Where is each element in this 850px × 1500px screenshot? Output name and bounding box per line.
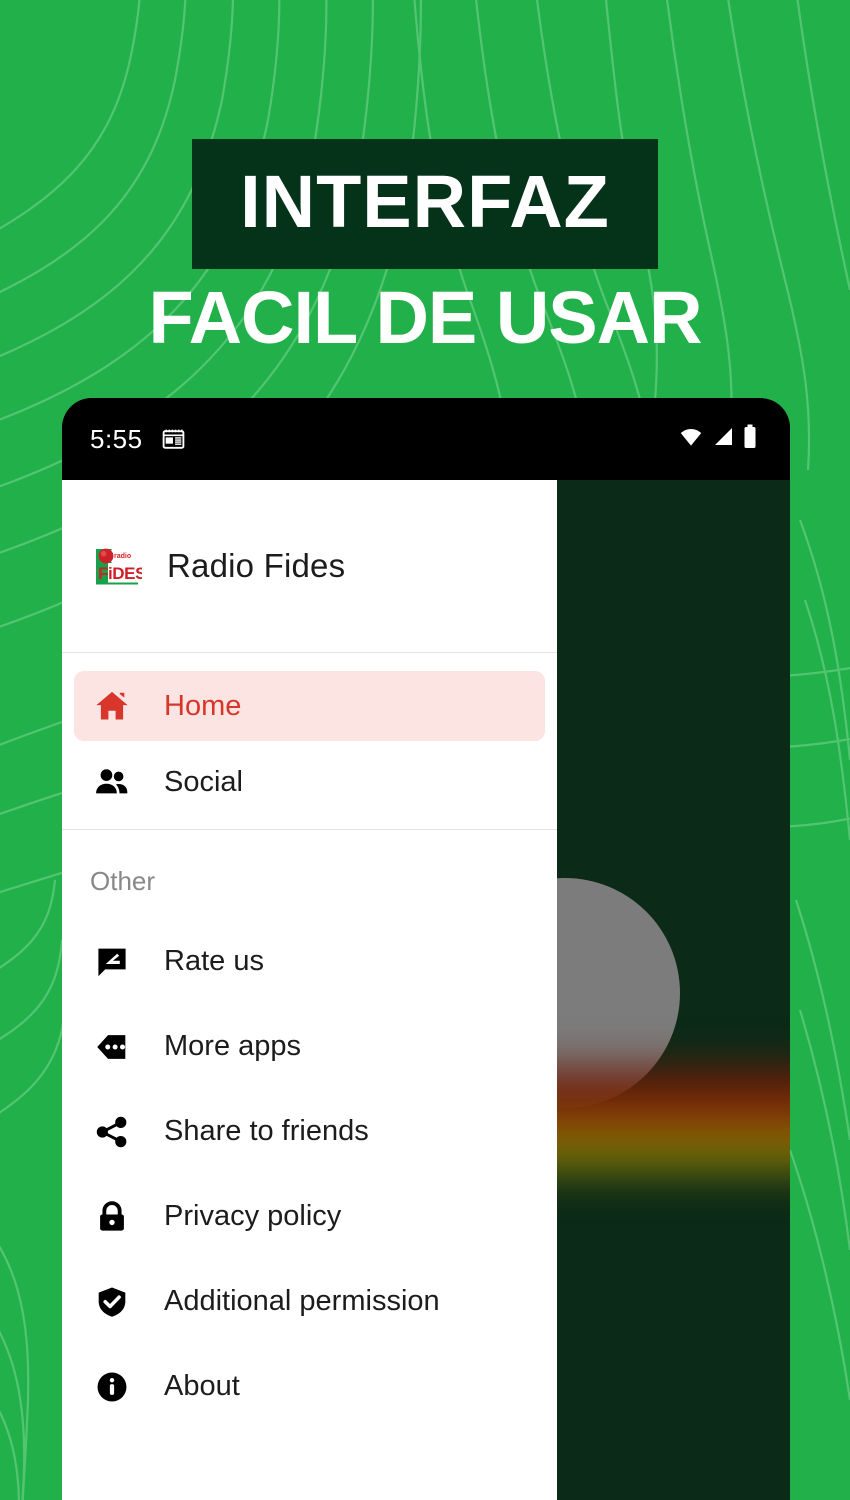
svg-text:radio: radio: [114, 553, 131, 560]
drawer-nav-list: Home Social: [62, 653, 557, 817]
promo-headline-line2: FACIL DE USAR: [148, 276, 702, 359]
other-item-label: Privacy policy: [164, 1200, 342, 1232]
lock-icon: [90, 1200, 134, 1234]
other-item-more-apps[interactable]: More apps: [62, 1004, 557, 1089]
other-item-label: Rate us: [164, 945, 264, 977]
nav-item-social[interactable]: Social: [74, 747, 545, 817]
cellular-signal-icon: [711, 425, 735, 454]
app-title: Radio Fides: [167, 547, 346, 584]
other-item-label: Share to friends: [164, 1115, 369, 1147]
battery-full-icon: [742, 424, 758, 455]
other-item-label: About: [164, 1370, 240, 1402]
info-icon: [90, 1370, 134, 1404]
radio-fides-logo: radio FiDES: [90, 543, 147, 589]
drawer-section-title: Other: [90, 866, 156, 896]
more-apps-tag-icon: [90, 1030, 134, 1064]
phone-mockup: 5:55 radio FiDES Radio Fides Home Social…: [62, 398, 790, 1500]
drawer-other-list: Rate us More apps Share to friends Priva…: [62, 919, 557, 1429]
other-item-label: More apps: [164, 1030, 302, 1062]
nav-item-label: Social: [164, 765, 243, 798]
drawer-header: radio FiDES Radio Fides: [62, 480, 557, 653]
people-icon: [90, 764, 134, 800]
promo-screenshot: INTERFAZ FACIL DE USAR 5:55 radio FiDES …: [0, 0, 850, 1500]
other-item-share[interactable]: Share to friends: [62, 1089, 557, 1174]
other-item-about[interactable]: About: [62, 1344, 557, 1429]
home-icon: [90, 688, 134, 724]
other-item-rate-us[interactable]: Rate us: [62, 919, 557, 1004]
other-item-label: Additional permission: [164, 1285, 440, 1317]
svg-text:FiDES: FiDES: [98, 564, 142, 583]
rate-review-icon: [90, 945, 134, 979]
nav-item-home[interactable]: Home: [74, 671, 545, 741]
promo-headline-box: INTERFAZ: [192, 139, 658, 269]
promo-headline: INTERFAZ FACIL DE USAR: [0, 139, 850, 355]
navigation-drawer: radio FiDES Radio Fides Home Social Othe…: [62, 480, 557, 1500]
status-bar: 5:55: [62, 398, 790, 480]
promo-headline-line1: INTERFAZ: [240, 160, 610, 243]
news-article-icon: [161, 427, 186, 452]
status-bar-indicators: [678, 424, 758, 455]
other-item-privacy-policy[interactable]: Privacy policy: [62, 1174, 557, 1259]
other-item-additional-permission[interactable]: Additional permission: [62, 1259, 557, 1344]
nav-item-label: Home: [164, 689, 242, 722]
shield-check-icon: [90, 1285, 134, 1319]
status-bar-time: 5:55: [90, 423, 143, 454]
wifi-icon: [678, 424, 704, 455]
share-icon: [90, 1115, 134, 1149]
